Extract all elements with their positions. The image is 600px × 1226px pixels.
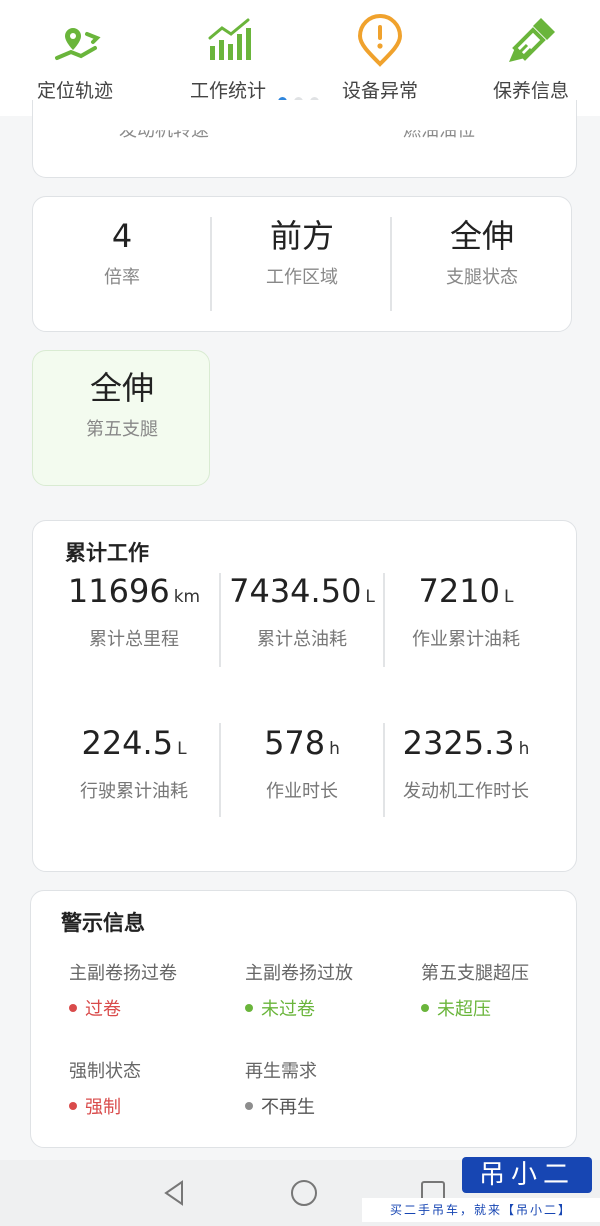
map-location-icon bbox=[47, 14, 103, 70]
warning-regeneration-demand: 再生需求 不再生 bbox=[245, 1057, 415, 1119]
partial-info-card: 发动机转速 燃油油位 bbox=[32, 100, 577, 178]
brand-watermark-logo: 吊小二 bbox=[462, 1157, 592, 1193]
stat-label: 支腿状态 bbox=[446, 267, 518, 288]
fifth-outrigger-card: 全伸 第五支腿 bbox=[32, 350, 210, 486]
top-nav: 定位轨迹 工作统计 设备异常 保养信息 bbox=[0, 0, 600, 116]
metric-operation-fuel: 7210 L 作业累计油耗 bbox=[377, 571, 555, 651]
metric-value: 7434.50 bbox=[229, 572, 362, 610]
warning-status: 强制 bbox=[85, 1097, 121, 1118]
metric-total-fuel: 7434.50 L 累计总油耗 bbox=[213, 571, 391, 651]
stat-magnification: 4 倍率 bbox=[33, 215, 211, 289]
metric-label: 作业时长 bbox=[266, 781, 338, 802]
metric-value: 11696 bbox=[67, 572, 170, 610]
nav-item-maintenance[interactable]: 保养信息 bbox=[476, 14, 586, 103]
stat-value: 前方 bbox=[269, 217, 334, 255]
status-dot bbox=[69, 1004, 77, 1012]
stat-label: 工作区域 bbox=[266, 267, 338, 288]
stat-label: 第五支腿 bbox=[86, 419, 158, 440]
metric-unit: L bbox=[365, 587, 375, 607]
metric-unit: h bbox=[518, 739, 530, 759]
divider bbox=[390, 217, 392, 311]
brand-watermark-slogan: 买二手吊车，就来【吊小二】 bbox=[362, 1198, 600, 1222]
metric-engine-hours: 2325.3 h 发动机工作时长 bbox=[377, 723, 555, 803]
metric-driving-fuel: 224.5 L 行驶累计油耗 bbox=[45, 723, 223, 803]
metric-value: 224.5 bbox=[81, 724, 174, 762]
metric-label: 累计总油耗 bbox=[257, 629, 347, 650]
cumulative-work-card: 累计工作 11696 km 累计总里程 7434.50 L 累计总油耗 7210 L … bbox=[32, 520, 577, 872]
warning-label: 再生需求 bbox=[245, 1061, 317, 1082]
back-icon[interactable] bbox=[160, 1178, 188, 1212]
nav-label: 设备异常 bbox=[341, 80, 418, 102]
warning-info-card: 警示信息 主副卷扬过卷 过卷 主副卷扬过放 未过卷 第五支腿超压 未超压 强制状… bbox=[30, 890, 577, 1148]
metric-total-mileage: 11696 km 累计总里程 bbox=[45, 571, 223, 651]
metric-unit: h bbox=[329, 739, 340, 759]
warning-label: 强制状态 bbox=[69, 1061, 141, 1082]
warning-label: 主副卷扬过卷 bbox=[69, 963, 177, 984]
home-icon[interactable] bbox=[289, 1178, 319, 1212]
metric-value: 7210 bbox=[418, 572, 500, 610]
nav-item-location-track[interactable]: 定位轨迹 bbox=[20, 14, 130, 103]
warning-main-winch-overrelease: 主副卷扬过放 未过卷 bbox=[245, 959, 415, 1021]
warning-icon bbox=[352, 14, 408, 70]
metric-unit: L bbox=[503, 587, 514, 607]
section-title: 警示信息 bbox=[61, 911, 145, 935]
nav-label: 工作统计 bbox=[189, 80, 266, 102]
status-dot bbox=[421, 1004, 429, 1012]
stat-label: 倍率 bbox=[104, 267, 140, 288]
metric-unit: L bbox=[177, 739, 187, 759]
maintenance-brush-icon bbox=[503, 14, 559, 70]
warning-status: 未过卷 bbox=[261, 999, 315, 1020]
warning-main-winch-overwind: 主副卷扬过卷 过卷 bbox=[69, 959, 239, 1021]
metric-label: 发动机工作时长 bbox=[403, 781, 529, 802]
warning-forced-state: 强制状态 强制 bbox=[69, 1057, 239, 1119]
engine-speed-label: 发动机转速 bbox=[119, 120, 209, 141]
status-dot bbox=[69, 1102, 77, 1110]
nav-label: 定位轨迹 bbox=[36, 80, 113, 102]
metric-label: 作业累计油耗 bbox=[412, 629, 520, 650]
stat-value: 全伸 bbox=[89, 369, 154, 407]
stat-work-area: 前方 工作区域 bbox=[213, 215, 391, 289]
status-card: 4 倍率 前方 工作区域 全伸 支腿状态 bbox=[32, 196, 572, 332]
stat-outrigger-status: 全伸 支腿状态 bbox=[393, 215, 571, 289]
warning-status: 不再生 bbox=[261, 1097, 315, 1118]
warning-label: 第五支腿超压 bbox=[421, 963, 529, 984]
nav-item-device-abnormal[interactable]: 设备异常 bbox=[325, 14, 435, 103]
nav-label: 保养信息 bbox=[492, 80, 569, 102]
status-dot bbox=[245, 1102, 253, 1110]
warning-label: 主副卷扬过放 bbox=[245, 963, 353, 984]
metric-label: 行驶累计油耗 bbox=[80, 781, 188, 802]
stat-value: 4 bbox=[111, 217, 133, 255]
metric-label: 累计总里程 bbox=[89, 629, 179, 650]
status-dot bbox=[245, 1004, 253, 1012]
nav-item-work-stats[interactable]: 工作统计 bbox=[173, 14, 283, 103]
stat-value: 全伸 bbox=[449, 217, 514, 255]
section-title: 累计工作 bbox=[65, 541, 149, 565]
divider bbox=[210, 217, 212, 311]
warning-status: 过卷 bbox=[85, 999, 121, 1020]
stats-chart-icon bbox=[200, 14, 256, 70]
metric-value: 578 bbox=[264, 724, 326, 762]
warning-fifth-outrigger-overpressure: 第五支腿超压 未超压 bbox=[421, 959, 591, 1021]
metric-unit: km bbox=[173, 587, 201, 607]
fuel-level-label: 燃油油位 bbox=[403, 120, 475, 141]
metric-value: 2325.3 bbox=[402, 724, 515, 762]
warning-status: 未超压 bbox=[437, 999, 491, 1020]
metric-operation-hours: 578 h 作业时长 bbox=[213, 723, 391, 803]
stat-fifth-outrigger: 全伸 第五支腿 bbox=[33, 367, 211, 441]
